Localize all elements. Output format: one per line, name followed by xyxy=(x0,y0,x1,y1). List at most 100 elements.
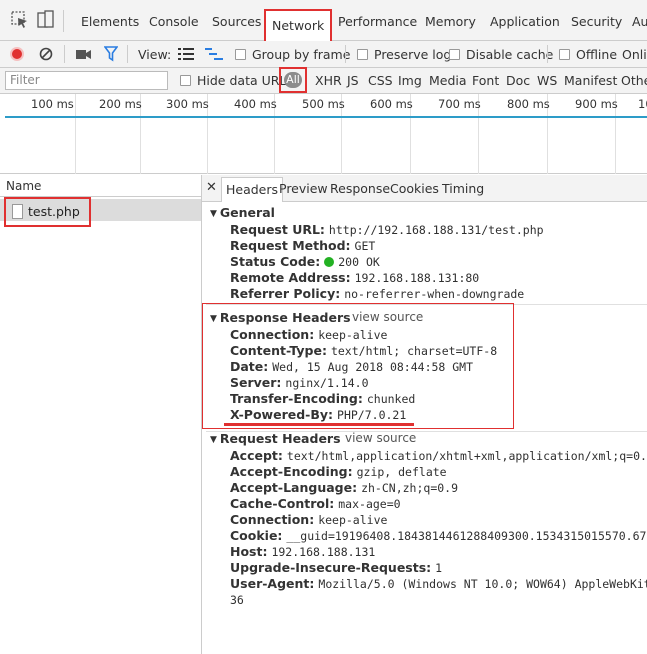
filter-type-css[interactable]: CSS xyxy=(368,73,393,88)
header-row: Content-Type: text/html; charset=UTF-8 xyxy=(230,343,497,359)
divider xyxy=(345,45,346,63)
offline-label: Offline xyxy=(576,47,618,62)
tab-cookies[interactable]: Cookies xyxy=(390,181,439,196)
filter-type-js[interactable]: JS xyxy=(347,73,359,88)
device-icon[interactable] xyxy=(35,10,57,30)
filter-type-other[interactable]: Othe xyxy=(621,73,647,88)
header-value: 200 OK xyxy=(338,255,380,269)
header-value: gzip, deflate xyxy=(356,465,447,479)
expand-triangle-icon: ▼ xyxy=(210,314,217,324)
filter-all-label: All xyxy=(284,72,302,88)
tab-preview[interactable]: Preview xyxy=(279,181,328,196)
tab-timing[interactable]: Timing xyxy=(442,181,484,196)
filter-type-font[interactable]: Font xyxy=(472,73,499,88)
waterfall-icon[interactable] xyxy=(205,48,223,63)
timeline-tick: 400 ms xyxy=(234,97,277,111)
header-row: Request URL: http://192.168.188.131/test… xyxy=(230,222,544,238)
filter-icon[interactable] xyxy=(103,46,119,65)
filter-type-xhr[interactable]: XHR xyxy=(315,73,342,88)
tab-memory[interactable]: Memory xyxy=(425,10,476,34)
devtools-tabbar: Elements Console Sources Network Perform… xyxy=(0,0,647,43)
hide-data-urls-checkbox[interactable] xyxy=(180,75,191,86)
timeline-tick: 10 xyxy=(638,97,647,111)
request-headers-section-header[interactable]: ▼ Request Headers xyxy=(210,431,341,446)
tab-application[interactable]: Application xyxy=(490,10,560,34)
header-row: Accept-Encoding: gzip, deflate xyxy=(230,464,447,480)
tab-console[interactable]: Console xyxy=(149,10,199,34)
header-key: X-Powered-By: xyxy=(230,407,334,422)
camera-icon[interactable] xyxy=(76,48,92,63)
header-key: Content-Type: xyxy=(230,343,327,358)
filter-type-doc[interactable]: Doc xyxy=(506,73,530,88)
request-row[interactable]: test.php xyxy=(4,197,91,227)
general-section-header[interactable]: ▼ General xyxy=(210,205,275,220)
timeline-tick: 900 ms xyxy=(575,97,618,111)
header-value: keep-alive xyxy=(318,513,388,527)
response-view-source-link[interactable]: view source xyxy=(352,310,423,324)
timeline-gridline xyxy=(75,94,76,174)
divider xyxy=(547,45,548,63)
filter-type-all[interactable]: All xyxy=(279,67,307,93)
tab-sources[interactable]: Sources xyxy=(212,10,261,34)
header-row: Server: nginx/1.14.0 xyxy=(230,375,369,391)
group-by-frame-label: Group by frame xyxy=(252,47,351,62)
header-row: Host: 192.168.188.131 xyxy=(230,544,375,560)
view-label: View: xyxy=(138,47,172,62)
header-key: Cache-Control: xyxy=(230,496,335,511)
tab-audits[interactable]: Au xyxy=(632,10,647,34)
timeline-overview[interactable]: 100 ms 200 ms 300 ms 400 ms 500 ms 600 m… xyxy=(0,94,647,174)
expand-triangle-icon: ▼ xyxy=(210,435,217,445)
header-row-continued: 36 xyxy=(230,592,244,608)
header-row: Accept-Language: zh-CN,zh;q=0.9 xyxy=(230,480,458,496)
header-key: Server: xyxy=(230,375,282,390)
tab-security[interactable]: Security xyxy=(571,10,622,34)
header-key: Date: xyxy=(230,359,269,374)
record-icon[interactable] xyxy=(10,47,24,61)
clear-icon[interactable] xyxy=(39,47,53,64)
header-value: nginx/1.14.0 xyxy=(285,376,369,390)
group-by-frame-checkbox[interactable] xyxy=(235,49,246,60)
filter-bar: Filter Hide data URLs XHR JS CSS Img Med… xyxy=(0,68,647,94)
timeline-tick: 100 ms xyxy=(31,97,74,111)
close-icon[interactable]: ✕ xyxy=(206,180,217,195)
header-row: Remote Address: 192.168.188.131:80 xyxy=(230,270,479,286)
request-list: Name test.php xyxy=(0,175,202,654)
disable-cache-checkbox[interactable] xyxy=(449,49,460,60)
header-value: text/html,application/xhtml+xml,applicat… xyxy=(286,449,647,463)
filter-type-ws[interactable]: WS xyxy=(537,73,557,88)
offline-checkbox[interactable] xyxy=(559,49,570,60)
preserve-log-checkbox[interactable] xyxy=(357,49,368,60)
expand-triangle-icon: ▼ xyxy=(210,209,217,219)
header-row: Transfer-Encoding: chunked xyxy=(230,391,415,407)
filter-type-manifest[interactable]: Manifest xyxy=(564,73,617,88)
header-key: Connection: xyxy=(230,327,315,342)
document-icon xyxy=(12,204,23,219)
tab-headers[interactable]: Headers xyxy=(221,177,284,202)
header-key: Request Method: xyxy=(230,238,351,253)
response-headers-section-header[interactable]: ▼ Response Headers xyxy=(210,310,351,325)
header-value: max-age=0 xyxy=(338,497,401,511)
header-row: Accept: text/html,application/xhtml+xml,… xyxy=(230,448,647,464)
request-view-source-link[interactable]: view source xyxy=(345,431,416,445)
header-value: chunked xyxy=(366,392,416,406)
filter-type-img[interactable]: Img xyxy=(398,73,422,88)
list-view-icon[interactable] xyxy=(178,48,194,63)
name-column-header[interactable]: Name xyxy=(0,175,201,197)
throttling-select[interactable]: Onlin xyxy=(622,47,647,62)
tab-response[interactable]: Response xyxy=(330,181,390,196)
tab-elements[interactable]: Elements xyxy=(81,10,139,34)
tab-network[interactable]: Network xyxy=(264,9,333,43)
header-key: Accept: xyxy=(230,448,283,463)
filter-input[interactable]: Filter xyxy=(5,71,168,90)
header-row: X-Powered-By: PHP/7.0.21 xyxy=(230,407,406,423)
header-value: zh-CN,zh;q=0.9 xyxy=(361,481,459,495)
request-name[interactable]: test.php xyxy=(28,204,80,219)
tab-performance[interactable]: Performance xyxy=(338,10,417,34)
detail-tabbar: ✕ Headers Preview Response Cookies Timin… xyxy=(202,175,647,202)
filter-type-media[interactable]: Media xyxy=(429,73,467,88)
inspect-icon[interactable] xyxy=(10,10,32,30)
header-row: Cookie: __guid=19196408.1843814461288409… xyxy=(230,528,647,544)
header-row: Connection: keep-alive xyxy=(230,512,387,528)
header-row: Cache-Control: max-age=0 xyxy=(230,496,401,512)
divider xyxy=(64,45,65,63)
